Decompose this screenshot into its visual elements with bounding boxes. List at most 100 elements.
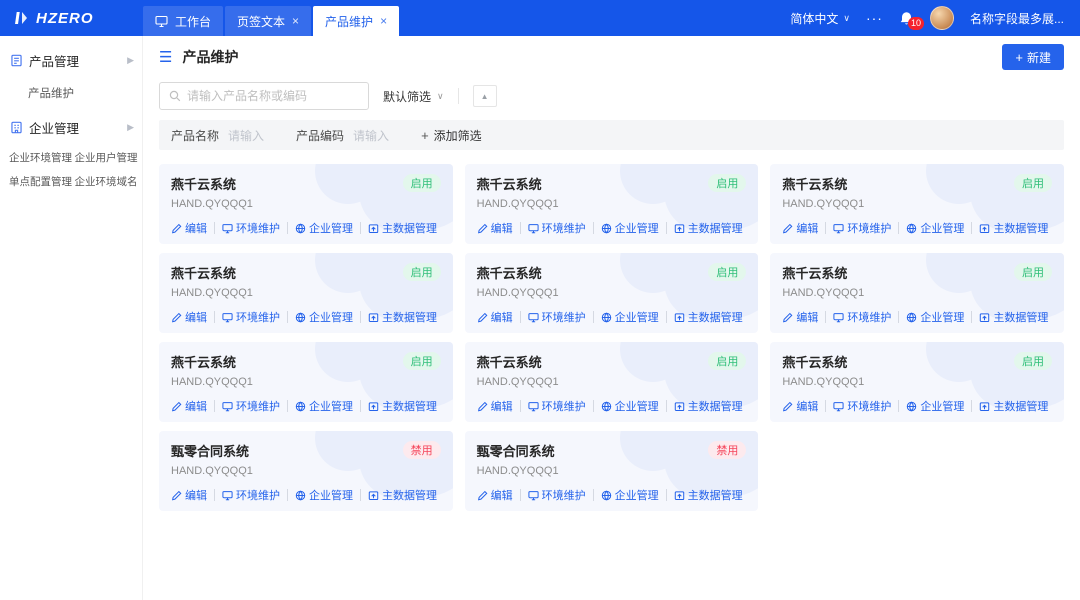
edit-action[interactable]: 编辑: [782, 309, 818, 325]
tab-workbench[interactable]: 工作台: [143, 6, 223, 36]
master-data-icon: [368, 490, 379, 501]
environment-maintenance-action[interactable]: 环境维护: [222, 220, 280, 236]
action-label: 环境维护: [847, 220, 891, 236]
action-label: 环境维护: [542, 309, 586, 325]
tab-close-icon[interactable]: ×: [380, 15, 387, 27]
language-selector[interactable]: 简体中文 ∨: [790, 10, 850, 27]
sidebar-group-enterprise-management[interactable]: 企业管理 ▶: [0, 109, 142, 146]
edit-action[interactable]: 编辑: [782, 220, 818, 236]
product-card: 启用 燕千云系统 HAND.QYQQQ1 编辑 环境维护: [159, 164, 453, 244]
edit-action[interactable]: 编辑: [477, 220, 513, 236]
master-data-management-action[interactable]: 主数据管理: [674, 487, 743, 503]
enterprise-management-action[interactable]: 企业管理: [295, 309, 353, 325]
edit-action[interactable]: 编辑: [477, 309, 513, 325]
edit-icon: [782, 223, 793, 234]
sidebar-item-sso-config-mgmt[interactable]: 单点配置管理: [9, 174, 73, 189]
divider: [666, 311, 667, 323]
add-filter-button[interactable]: + 添加筛选: [421, 127, 482, 144]
tab-text[interactable]: 页签文本 ×: [225, 6, 311, 36]
environment-maintenance-action[interactable]: 环境维护: [222, 398, 280, 414]
enterprise-management-action[interactable]: 企业管理: [601, 220, 659, 236]
edit-action[interactable]: 编辑: [171, 220, 207, 236]
action-label: 编辑: [185, 309, 207, 325]
tab-close-icon[interactable]: ×: [292, 15, 299, 27]
card-grid: 启用 燕千云系统 HAND.QYQQQ1 编辑 环境维护: [143, 150, 1080, 525]
action-label: 环境维护: [542, 220, 586, 236]
tab-label: 工作台: [175, 13, 211, 30]
product-code: HAND.QYQQQ1: [477, 465, 747, 477]
sidebar-group-product-management[interactable]: 产品管理 ▶: [0, 42, 142, 79]
sidebar-item-enterprise-env-mgmt[interactable]: 企业环境管理: [9, 150, 73, 165]
sidebar-links: 企业环境管理 企业用户管理 单点配置管理 企业环境域名: [0, 146, 142, 193]
edit-action[interactable]: 编辑: [171, 398, 207, 414]
enterprise-management-action[interactable]: 企业管理: [906, 309, 964, 325]
master-data-management-action[interactable]: 主数据管理: [674, 398, 743, 414]
enterprise-management-action[interactable]: 企业管理: [601, 309, 659, 325]
edit-action[interactable]: 编辑: [477, 487, 513, 503]
environment-maintenance-action[interactable]: 环境维护: [833, 398, 891, 414]
enterprise-management-action[interactable]: 企业管理: [601, 487, 659, 503]
enterprise-management-action[interactable]: 企业管理: [601, 398, 659, 414]
enterprise-management-action[interactable]: 企业管理: [906, 220, 964, 236]
card-actions: 编辑 环境维护 企业管理: [477, 309, 747, 325]
enterprise-management-action[interactable]: 企业管理: [295, 398, 353, 414]
collapse-filter-button[interactable]: ▲: [473, 85, 497, 107]
edit-action[interactable]: 编辑: [171, 487, 207, 503]
master-data-management-action[interactable]: 主数据管理: [368, 487, 437, 503]
master-data-management-action[interactable]: 主数据管理: [979, 398, 1048, 414]
environment-maintenance-action[interactable]: 环境维护: [528, 487, 586, 503]
more-menu-icon[interactable]: ···: [866, 10, 883, 26]
product-name: 燕千云系统: [782, 263, 1052, 282]
enterprise-management-action[interactable]: 企业管理: [295, 487, 353, 503]
tab-product-maintenance[interactable]: 产品维护 ×: [313, 6, 399, 36]
master-data-management-action[interactable]: 主数据管理: [674, 309, 743, 325]
environment-maintenance-action[interactable]: 环境维护: [222, 487, 280, 503]
master-data-management-action[interactable]: 主数据管理: [368, 220, 437, 236]
user-name[interactable]: 名称字段最多展...: [970, 10, 1064, 27]
status-badge: 启用: [403, 263, 441, 281]
master-data-management-action[interactable]: 主数据管理: [979, 309, 1048, 325]
action-label: 企业管理: [615, 220, 659, 236]
notification-bell[interactable]: 10: [899, 11, 914, 26]
master-data-management-action[interactable]: 主数据管理: [368, 309, 437, 325]
environment-maintenance-action[interactable]: 环境维护: [833, 220, 891, 236]
search-input[interactable]: [187, 89, 359, 103]
sidebar-item-product-maintenance[interactable]: 产品维护: [0, 79, 142, 109]
create-button[interactable]: + 新建: [1002, 44, 1064, 70]
edit-action[interactable]: 编辑: [477, 398, 513, 414]
enterprise-management-action[interactable]: 企业管理: [295, 220, 353, 236]
search-box: [159, 82, 369, 110]
globe-icon: [601, 401, 612, 412]
chevron-down-icon: ∨: [437, 91, 444, 102]
sidebar-item-enterprise-env-domain[interactable]: 企业环境域名: [75, 174, 139, 189]
master-data-management-action[interactable]: 主数据管理: [674, 220, 743, 236]
monitor-icon: [222, 490, 233, 501]
edit-action[interactable]: 编辑: [171, 309, 207, 325]
product-code: HAND.QYQQQ1: [782, 376, 1052, 388]
sidebar-item-enterprise-user-mgmt[interactable]: 企业用户管理: [75, 150, 139, 165]
status-badge: 启用: [1014, 352, 1052, 370]
environment-maintenance-action[interactable]: 环境维护: [528, 220, 586, 236]
environment-maintenance-action[interactable]: 环境维护: [528, 398, 586, 414]
edit-action[interactable]: 编辑: [782, 398, 818, 414]
filter-product-name[interactable]: 产品名称 请输入: [171, 127, 264, 144]
filter-preset-select[interactable]: 默认筛选 ∨: [383, 88, 444, 105]
user-avatar[interactable]: [930, 6, 954, 30]
master-data-management-action[interactable]: 主数据管理: [979, 220, 1048, 236]
divider: [360, 400, 361, 412]
status-badge: 启用: [403, 174, 441, 192]
topbar-right: 简体中文 ∨ ··· 10 名称字段最多展...: [790, 0, 1080, 36]
product-code: HAND.QYQQQ1: [171, 198, 441, 210]
menu-toggle-icon[interactable]: ☰: [159, 50, 172, 65]
enterprise-management-action[interactable]: 企业管理: [906, 398, 964, 414]
filter-product-code[interactable]: 产品编码 请输入: [296, 127, 389, 144]
action-label: 主数据管理: [382, 398, 437, 414]
master-data-management-action[interactable]: 主数据管理: [368, 398, 437, 414]
divider: [520, 489, 521, 501]
environment-maintenance-action[interactable]: 环境维护: [528, 309, 586, 325]
action-label: 主数据管理: [382, 309, 437, 325]
monitor-icon: [528, 312, 539, 323]
product-code: HAND.QYQQQ1: [477, 287, 747, 299]
environment-maintenance-action[interactable]: 环境维护: [833, 309, 891, 325]
environment-maintenance-action[interactable]: 环境维护: [222, 309, 280, 325]
